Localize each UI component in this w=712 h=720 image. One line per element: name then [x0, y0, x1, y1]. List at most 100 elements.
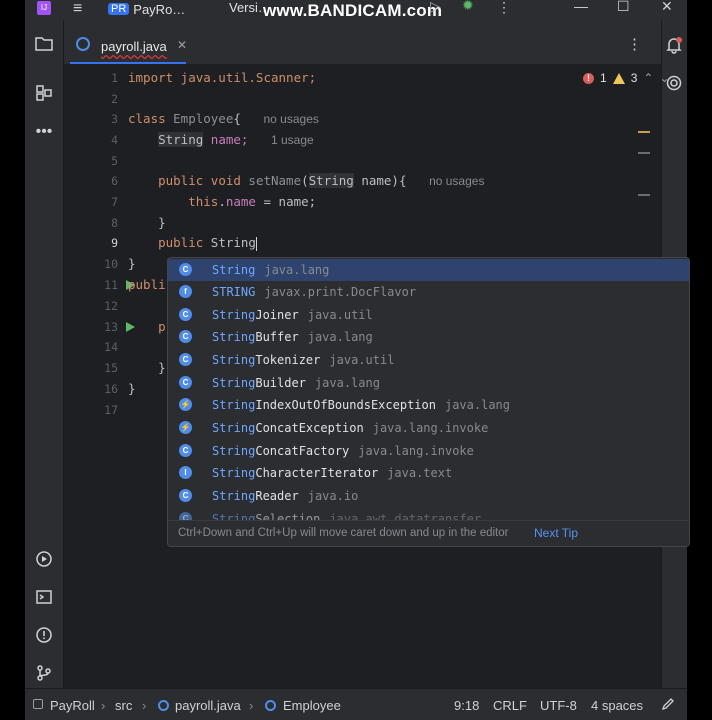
code-line-4[interactable]: String name; 1 usage [128, 132, 314, 147]
keyword: public [158, 235, 211, 250]
class-icon: C [179, 489, 192, 502]
package-name: java.lang [307, 330, 373, 344]
java-file-icon [158, 700, 169, 711]
code-line-6[interactable]: public void setName(String name){ no usa… [128, 173, 484, 188]
match-text: STRING [212, 285, 256, 299]
keyword: public void [158, 173, 249, 188]
line-number: 8 [111, 216, 118, 230]
match-text: String [212, 376, 256, 390]
match-text: String [212, 444, 256, 458]
next-highlight-icon[interactable]: ⌄ [659, 71, 669, 85]
git-icon[interactable] [34, 664, 54, 684]
read-only-toggle-icon[interactable] [661, 697, 675, 714]
code-completion-popup[interactable]: C String java.lang f STRING javax.print.DocF… [167, 257, 690, 547]
debug-icon[interactable]: ✹ [462, 0, 474, 14]
info-marker[interactable] [638, 152, 650, 154]
rest-text: Reader [255, 489, 299, 503]
completion-item[interactable]: ⚡ StringIndexOutOfBoundsException java.lan… [168, 394, 689, 416]
error-count: 1 [600, 71, 607, 85]
breadcrumb-class[interactable]: Employee [283, 698, 341, 713]
line-number: 6 [111, 174, 118, 188]
code-line-15[interactable]: } [128, 360, 166, 375]
completion-item[interactable]: C StringReader java.io [168, 485, 689, 507]
breadcrumb-file[interactable]: payroll.java [175, 698, 241, 713]
project-folder-icon[interactable] [34, 36, 54, 56]
line-number: 12 [104, 299, 118, 313]
tab-options-icon[interactable]: ⋮ [627, 35, 642, 53]
completion-item[interactable]: f STRING javax.print.DocFlavor [168, 281, 689, 303]
info-marker[interactable] [638, 194, 650, 196]
more-tools-icon[interactable]: ••• [34, 122, 54, 142]
inspections-widget[interactable]: ! 1 3 ⌃ ⌄ [583, 71, 670, 85]
main-menu-icon[interactable]: ≡ [73, 0, 82, 18]
class-icon: C [179, 353, 192, 366]
services-icon[interactable] [34, 550, 54, 570]
minimize-icon[interactable]: — [574, 0, 588, 14]
usages-hint[interactable]: 1 usage [271, 133, 314, 147]
warning-marker[interactable] [638, 131, 650, 133]
code-line-11[interactable]: publi [128, 277, 166, 292]
brace: { [233, 111, 241, 126]
line-number: 3 [111, 112, 118, 126]
code-line-9[interactable]: public String [128, 235, 257, 251]
close-tab-icon[interactable]: ✕ [177, 38, 187, 52]
completion-item[interactable]: C StringJoiner java.util [168, 304, 689, 326]
problems-icon[interactable] [34, 626, 54, 646]
warning-count: 3 [630, 71, 638, 85]
field-name: name [225, 194, 256, 209]
completion-item[interactable]: ⚡ StringConcatException java.lang.invoke [168, 417, 689, 439]
terminal-icon[interactable] [34, 588, 54, 608]
breadcrumb-separator-icon: › [142, 698, 147, 713]
line-number: 1 [111, 71, 118, 85]
code-line-10[interactable]: } [128, 256, 136, 271]
completion-item[interactable]: C StringConcatFactory java.lang.invoke [168, 440, 689, 462]
rest-text: IndexOutOfBoundsException [255, 398, 436, 412]
file-encoding[interactable]: UTF-8 [540, 698, 577, 713]
code-line-7[interactable]: this.name = name; [128, 194, 316, 209]
rest-text: Buffer [255, 330, 299, 344]
project-selector[interactable]: PR PayRo… [108, 0, 185, 18]
usages-hint[interactable]: no usages [263, 112, 318, 126]
match-text: String [212, 308, 256, 322]
exception-icon: ⚡ [179, 398, 192, 411]
match-text: String [212, 421, 256, 435]
completion-item[interactable]: C String java.lang [168, 259, 689, 281]
app-logo-icon[interactable]: IJ [37, 1, 51, 15]
completion-item[interactable]: C StringTokenizer java.util [168, 349, 689, 371]
caret-position[interactable]: 9:18 [454, 698, 479, 713]
code-line-8[interactable]: } [128, 215, 166, 230]
maximize-icon[interactable]: ☐ [617, 0, 630, 15]
keyword: p [158, 319, 166, 334]
breadcrumb-project[interactable]: PayRoll [50, 698, 95, 713]
code-line-1[interactable]: import java.util.Scanner; [128, 70, 316, 85]
code-line-13[interactable]: p [128, 319, 166, 334]
brace: } [158, 360, 166, 375]
package-name: java.text [387, 466, 453, 480]
code-line-3[interactable]: class Employee{ no usages [128, 111, 319, 126]
class-name: Employee [173, 111, 234, 126]
previous-highlight-icon[interactable]: ⌃ [643, 71, 653, 85]
project-icon [33, 699, 43, 709]
tab-payroll-java[interactable]: payroll.java ✕ [70, 20, 187, 64]
code-line-16[interactable]: } [128, 381, 136, 396]
completion-item[interactable]: I StringCharacterIterator java.text [168, 462, 689, 484]
run-icon[interactable]: ▷ [430, 0, 441, 15]
completion-item[interactable]: C StringBuffer java.lang [168, 326, 689, 348]
class-icon: C [179, 308, 192, 321]
match-text: String [212, 263, 256, 277]
more-actions-icon[interactable]: ⋮ [497, 0, 511, 16]
class-icon [265, 700, 276, 711]
indent-setting[interactable]: 4 spaces [591, 698, 643, 713]
notifications-icon[interactable] [665, 36, 683, 59]
completion-item[interactable]: C StringBuilder java.lang [168, 372, 689, 394]
close-window-icon[interactable]: ✕ [661, 0, 673, 15]
brace: } [128, 256, 136, 271]
package-name: java.util [329, 353, 395, 367]
breadcrumb-folder[interactable]: src [115, 698, 132, 713]
structure-icon[interactable] [34, 84, 54, 104]
status-bar: PayRoll › src › payroll.java › Employee … [25, 688, 687, 720]
next-tip-link[interactable]: Next Tip [534, 526, 578, 540]
line-separator[interactable]: CRLF [493, 698, 527, 713]
usages-hint[interactable]: no usages [429, 174, 484, 188]
match-text: String [212, 353, 256, 367]
